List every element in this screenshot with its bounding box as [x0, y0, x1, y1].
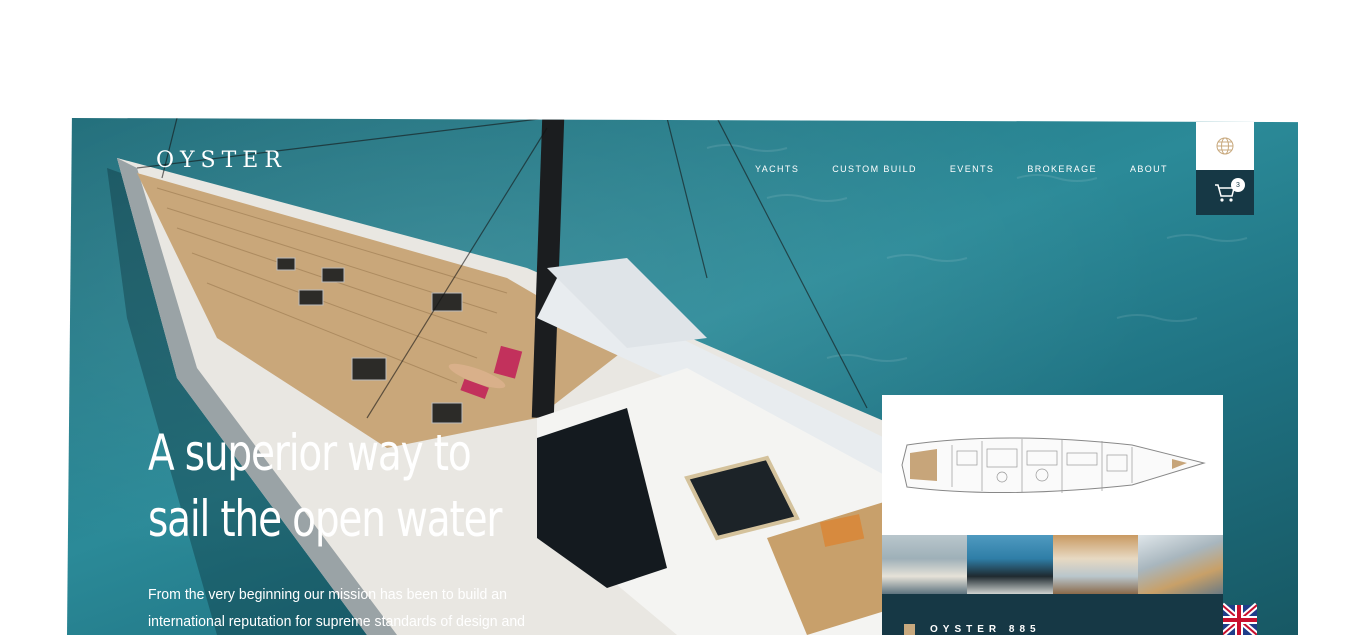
- union-flag-icon: [1220, 602, 1257, 635]
- language-selector[interactable]: [1196, 122, 1254, 170]
- cart-count-badge: 3: [1231, 178, 1245, 192]
- cart-button[interactable]: 3: [1196, 170, 1254, 215]
- cockpit-thumbnail[interactable]: [967, 535, 1053, 594]
- interior-saloon-thumbnail[interactable]: [882, 535, 968, 594]
- main-nav: YACHTS CUSTOM BUILD EVENTS BROKERAGE ABO…: [755, 164, 1201, 174]
- nav-item-about[interactable]: ABOUT: [1130, 164, 1168, 174]
- deck-plan-image: [882, 395, 1223, 535]
- deck-thumbnail[interactable]: [1137, 535, 1223, 594]
- accent-swatch: [904, 624, 915, 635]
- gallery-thumbnails: [882, 535, 1223, 594]
- galley-thumbnail[interactable]: [1052, 535, 1138, 594]
- brand-logo[interactable]: OYSTER: [156, 148, 287, 173]
- nav-item-events[interactable]: EVENTS: [950, 164, 994, 174]
- yacht-model-card[interactable]: OYSTER 885: [882, 395, 1223, 635]
- card-footer: OYSTER 885: [882, 594, 1223, 635]
- utility-bar: 3: [1196, 122, 1254, 215]
- deck-plan-drawing: [901, 437, 1206, 494]
- hero-intro-text: From the very beginning our mission has …: [148, 586, 526, 630]
- hero-headline-line-1: A superior way to: [148, 424, 472, 482]
- nav-item-custom-build[interactable]: CUSTOM BUILD: [832, 164, 917, 174]
- nav-item-brokerage[interactable]: BROKERAGE: [1027, 164, 1097, 174]
- model-name: OYSTER 885: [930, 624, 1041, 635]
- hero-headline: A superior way to sail the open water: [148, 420, 616, 552]
- nav-item-yachts[interactable]: YACHTS: [755, 164, 799, 174]
- hero-headline-line-2: sail the open water: [148, 490, 502, 548]
- globe-icon: [1216, 137, 1234, 155]
